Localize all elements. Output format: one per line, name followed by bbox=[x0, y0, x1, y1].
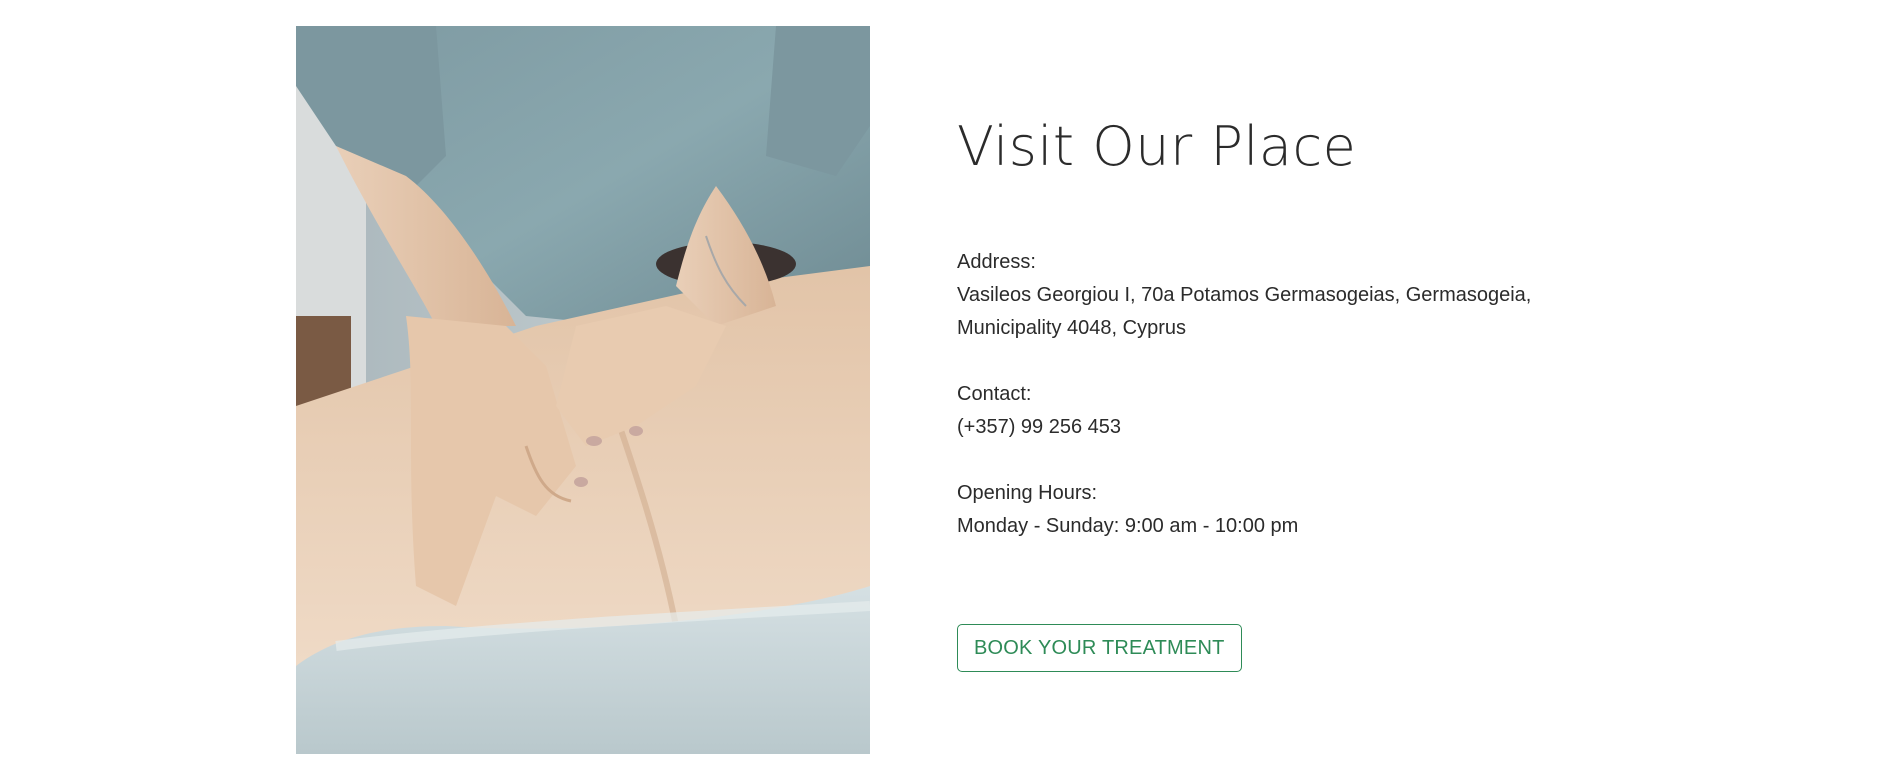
address-line-2: Municipality 4048, Cyprus bbox=[957, 317, 1186, 339]
contact-label: Contact: bbox=[957, 383, 1032, 405]
book-treatment-button[interactable]: BOOK YOUR TREATMENT bbox=[957, 624, 1242, 672]
massage-photo bbox=[296, 26, 870, 754]
contact-block: Contact: (+357) 99 256 453 bbox=[957, 378, 1657, 444]
contact-phone: (+357) 99 256 453 bbox=[957, 416, 1122, 438]
opening-hours-block: Opening Hours: Monday - Sunday: 9:00 am … bbox=[957, 477, 1657, 543]
address-label: Address: bbox=[957, 251, 1036, 273]
massage-photo-illustration bbox=[296, 26, 870, 754]
section-title: Visit Our Place bbox=[957, 115, 1357, 178]
opening-hours-label: Opening Hours: bbox=[957, 482, 1098, 504]
address-line-1: Vasileos Georgiou I, 70a Potamos Germaso… bbox=[957, 284, 1532, 306]
visit-info: Visit Our Place Address: Vasileos Georgi… bbox=[957, 110, 1657, 672]
opening-hours-value: Monday - Sunday: 9:00 am - 10:00 pm bbox=[957, 515, 1299, 537]
address-block: Address: Vasileos Georgiou I, 70a Potamo… bbox=[957, 246, 1657, 345]
